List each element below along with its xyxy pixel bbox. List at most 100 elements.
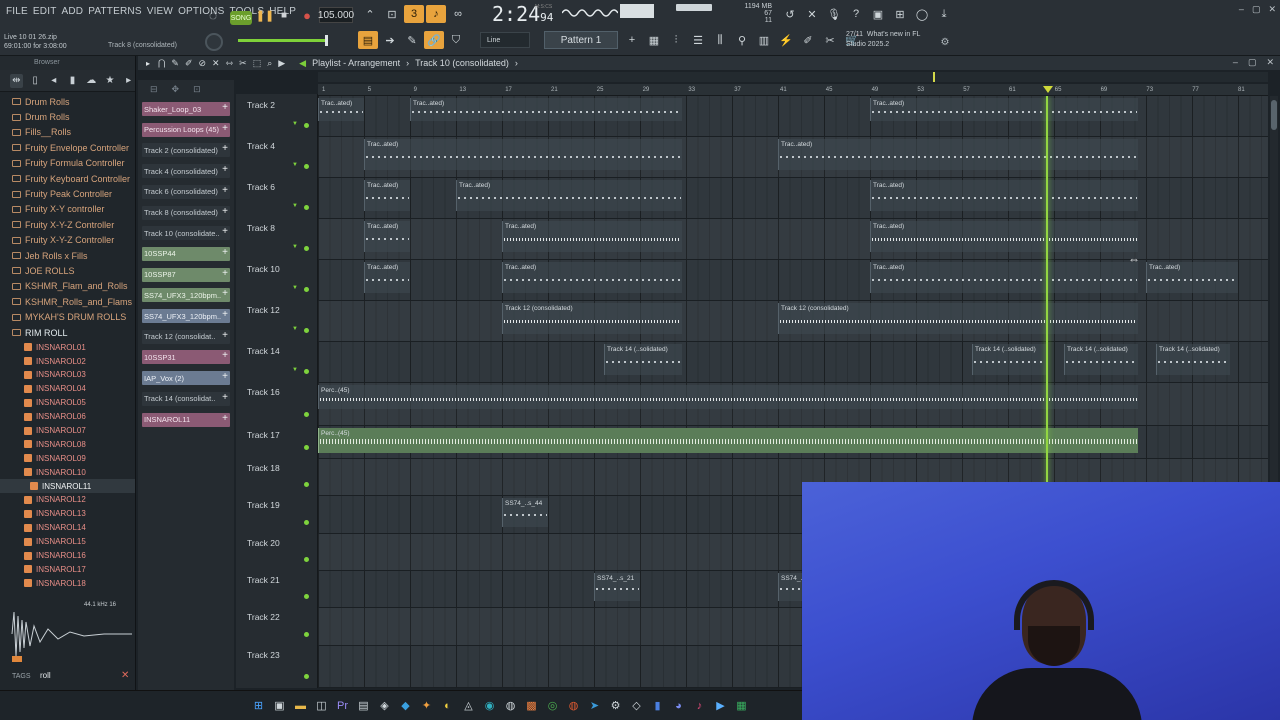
spreadsheet-icon[interactable]: ▦ [733,697,750,714]
browser-file[interactable]: INSNAROL11 [0,479,135,494]
tags-search-input[interactable]: roll [40,671,51,680]
browser-file[interactable]: INSNAROL14 [0,521,135,535]
pattern-item[interactable]: Track 12 (consolidat.. + [142,329,230,344]
piano-roll-icon[interactable]: ⫶ [666,31,686,49]
browser-file[interactable]: INSNAROL06 [0,410,135,424]
playlist-clip[interactable]: Trac..ated) [870,180,1138,211]
metronome-icon[interactable]: ⌃ [360,5,380,23]
file-icon[interactable]: ▯ [29,74,42,88]
add-pattern-icon[interactable]: + [622,31,642,49]
add-pattern-plus-icon[interactable]: + [222,268,228,279]
playlist-clip[interactable]: Trac..ated) [318,98,364,121]
browser-file[interactable]: INSNAROL08 [0,437,135,451]
app-icon[interactable]: ◫ [313,697,330,714]
playlist-clip[interactable]: Track 14 (..solidated) [1156,344,1230,375]
picker-next-icon[interactable]: ⊡ [193,84,201,95]
browser-file[interactable]: INSNAROL16 [0,549,135,563]
song-overview[interactable] [318,72,1268,82]
playlist-play-icon[interactable]: ◀ [299,58,306,69]
magnet-icon[interactable]: ⋂ [158,58,165,69]
playlist-close-icon[interactable]: ✕ [1266,57,1274,68]
master-volume-knob[interactable] [205,33,223,51]
browser-file[interactable]: INSNAROL12 [0,493,135,507]
paint-icon[interactable]: ✐ [185,58,193,69]
browser-folder[interactable]: Fruity X-Y controller [0,202,135,217]
playlist-clip[interactable]: Track 14 (..solidated) [1064,344,1138,375]
scroll-thumb[interactable] [1271,100,1277,130]
track-header[interactable]: Track 23 [236,644,318,686]
discord-icon[interactable]: ◕ [670,697,687,714]
browser-folder[interactable]: Fruity Keyboard Controller [0,171,135,186]
add-pattern-plus-icon[interactable]: + [222,392,228,403]
chat-app-icon[interactable]: ◍ [502,697,519,714]
track-enable-led[interactable] [304,205,309,210]
add-pattern-plus-icon[interactable]: + [222,371,228,382]
playlist-clip[interactable]: Trac..ated) [364,262,410,293]
music-icon[interactable]: ♪ [691,697,708,714]
playlist-menu-arrow-icon[interactable]: ▸ [146,59,150,68]
add-pattern-plus-icon[interactable]: + [222,102,228,113]
browser-file[interactable]: INSNAROL07 [0,424,135,438]
browser-file[interactable]: INSNAROL18 [0,576,135,590]
slip-icon[interactable]: ⇿ [226,58,234,69]
browser-folder[interactable]: Drum Rolls [0,94,135,109]
back-icon[interactable]: ◂ [47,74,60,88]
track-enable-led[interactable] [304,557,309,562]
wait-input-icon[interactable]: ⊡ [382,5,402,23]
channel-rack-icon[interactable]: ▦ [644,31,664,49]
photos-icon[interactable]: ▩ [523,697,540,714]
cloud-icon[interactable]: ☁ [85,74,98,88]
pattern-item[interactable]: Track 14 (consolidat.. + [142,391,230,406]
playlist-clip[interactable]: Trac..ated) [870,98,1138,121]
star-icon[interactable]: ★ [104,74,117,88]
track-header[interactable]: Track 10 ▼ [236,258,318,299]
stop-button[interactable]: ■ [277,6,291,24]
step-edit-icon[interactable]: ♪ [426,5,446,23]
track-enable-led[interactable] [304,482,309,487]
pattern-item[interactable]: INSNAROL11 + [142,412,230,427]
loop-icon[interactable]: ∞ [448,5,468,23]
pattern-item[interactable]: Percussion Loops (45) + [142,122,230,137]
pattern-item[interactable]: Track 8 (consolidated) + [142,205,230,220]
playlist-view-icon[interactable]: ▤ [358,31,378,49]
microphone-icon[interactable]: 🎙 [824,5,844,23]
track-enable-led[interactable] [304,445,309,450]
browser-file[interactable]: INSNAROL15 [0,535,135,549]
playlist-clip[interactable]: Perc..(45) [318,428,1138,453]
minimize-icon[interactable]: – [1239,4,1244,15]
collapse-arrow-icon[interactable]: ▼ [292,121,298,127]
track-enable-led[interactable] [304,164,309,169]
track-enable-led[interactable] [304,520,309,525]
plug-icon[interactable]: ⚡ [776,31,796,49]
playlist-icon[interactable]: ☰ [688,31,708,49]
track-header[interactable]: Track 8 ▼ [236,217,318,258]
taskview-icon[interactable]: ▣ [271,697,288,714]
select-icon[interactable]: ⬚ [253,58,262,69]
menu-patterns[interactable]: PATTERNS [88,6,141,17]
chat-icon[interactable]: ◯ [912,5,932,23]
start-icon[interactable]: ⊞ [250,697,267,714]
close-icon[interactable]: ✕ [1268,4,1276,15]
playlist-clip[interactable]: SS74_..s_21 [594,573,640,601]
playlist-clip[interactable]: Trac..ated) [502,221,682,252]
pattern-item[interactable]: 10SSP31 + [142,350,230,365]
playlist-clip[interactable]: Trac..ated) [364,221,410,252]
playlist-clip[interactable]: Track 12 (consolidated) [502,303,682,334]
telegram-icon[interactable]: ➤ [586,697,603,714]
fl-studio-icon[interactable]: ✦ [418,697,435,714]
track-header[interactable]: Track 19 [236,494,318,532]
pattern-item[interactable]: Shaker_Loop_03 + [142,102,230,116]
browser-folder[interactable]: Fruity Envelope Controller [0,140,135,155]
track-header[interactable]: Track 17 [236,424,318,457]
browser-mode-icon[interactable]: ⇹ [10,73,23,88]
browser-file[interactable]: INSNAROL05 [0,396,135,410]
collapse-arrow-icon[interactable]: ▼ [292,326,298,332]
track-header[interactable]: Track 18 [236,457,318,494]
track-enable-led[interactable] [304,328,309,333]
help-icon[interactable]: ? [846,5,866,23]
add-pattern-plus-icon[interactable]: + [222,164,228,175]
menu-edit[interactable]: EDIT [33,6,57,17]
add-pattern-plus-icon[interactable]: + [222,330,228,341]
playback-icon[interactable]: ▶ [278,58,285,69]
pattern-item[interactable]: Track 4 (consolidated) + [142,164,230,179]
